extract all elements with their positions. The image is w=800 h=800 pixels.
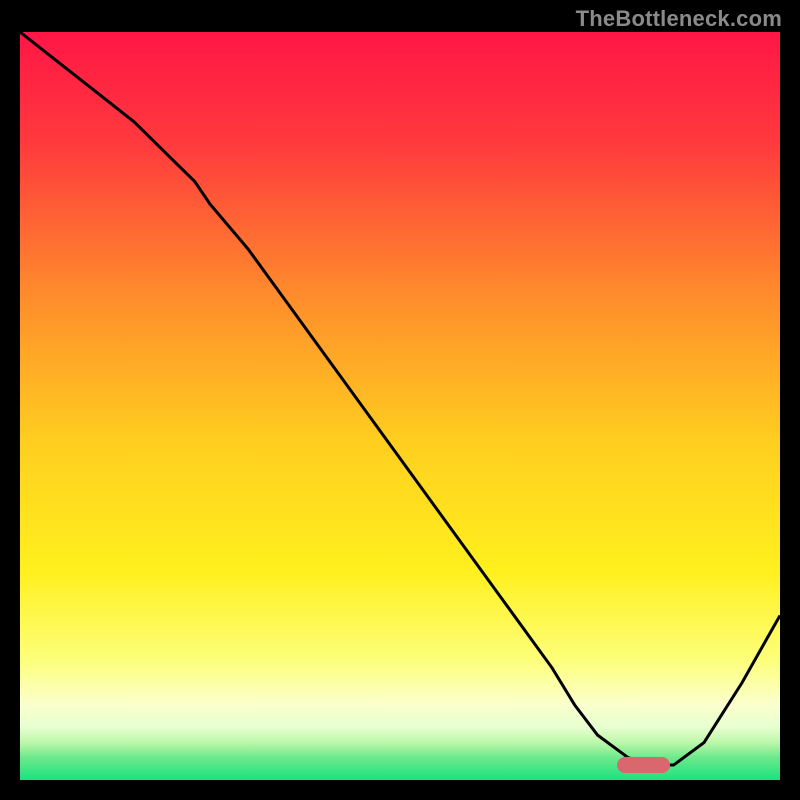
bottleneck-curve <box>20 32 780 780</box>
optimal-marker <box>617 757 670 773</box>
watermark-text: TheBottleneck.com <box>576 6 782 32</box>
plot-area <box>20 32 780 780</box>
chart-frame: TheBottleneck.com <box>0 0 800 800</box>
